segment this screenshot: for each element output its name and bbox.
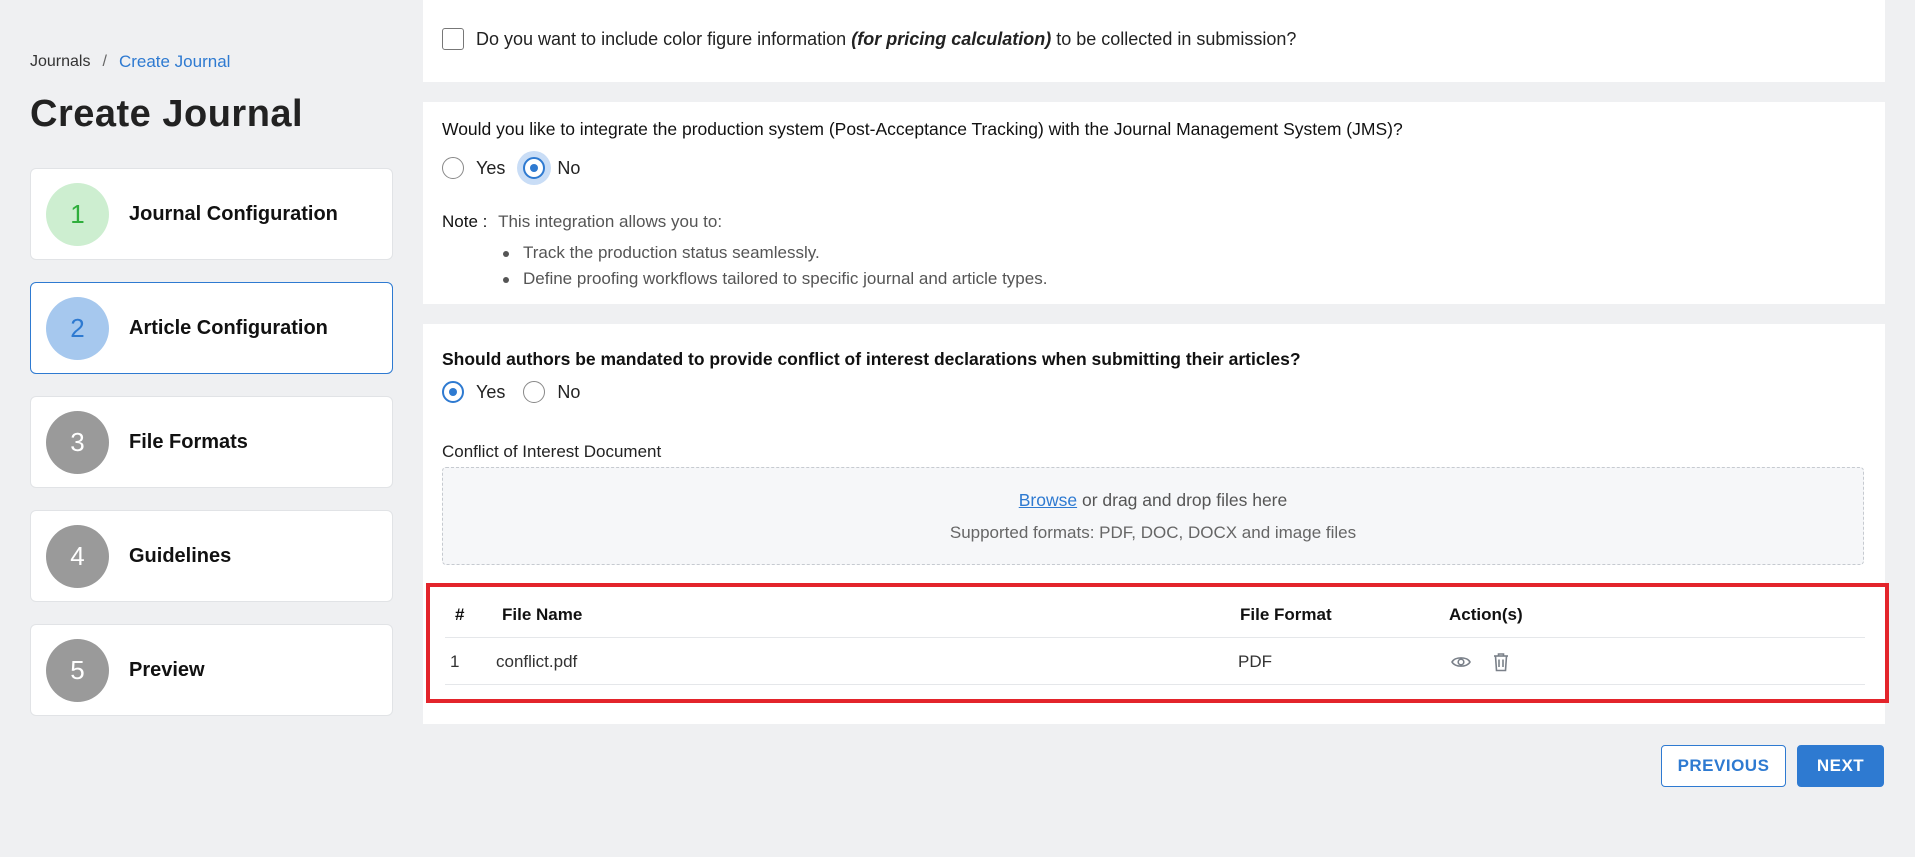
row-actions bbox=[1450, 651, 1512, 673]
step-preview[interactable]: 5 Preview bbox=[30, 624, 393, 716]
conflict-radio-group: Yes No bbox=[442, 381, 598, 403]
step-number-badge: 4 bbox=[46, 524, 109, 588]
color-figure-card: Do you want to include color figure info… bbox=[423, 0, 1885, 82]
row-file-name: conflict.pdf bbox=[496, 652, 578, 671]
file-dropzone[interactable]: Browse or drag and drop files here Suppo… bbox=[442, 467, 1864, 565]
note-label: Note : bbox=[442, 212, 488, 231]
radio-label: No bbox=[557, 381, 581, 402]
color-figure-text-before: Do you want to include color figure info… bbox=[476, 28, 847, 49]
step-navigation: 1 Journal Configuration 2 Article Config… bbox=[30, 168, 393, 738]
conflict-yes-option[interactable]: Yes bbox=[442, 381, 505, 403]
step-article-configuration[interactable]: 2 Article Configuration bbox=[30, 282, 393, 374]
column-header-file-format: File Format bbox=[1240, 605, 1332, 624]
column-header-actions: Action(s) bbox=[1449, 605, 1523, 624]
conflict-no-radio[interactable] bbox=[523, 381, 546, 403]
breadcrumb-separator: / bbox=[102, 53, 107, 70]
step-label: Preview bbox=[129, 658, 205, 681]
page-title: Create Journal bbox=[30, 93, 304, 135]
step-label: Article Configuration bbox=[129, 316, 328, 339]
integration-yes-radio[interactable] bbox=[442, 157, 464, 179]
color-figure-text-emphasis: (for pricing calculation) bbox=[851, 28, 1052, 49]
step-number-badge: 5 bbox=[46, 638, 109, 702]
breadcrumb-journals-link[interactable]: Journals bbox=[30, 53, 90, 71]
breadcrumb: Journals / Create Journal bbox=[30, 52, 230, 72]
previous-button[interactable]: PREVIOUS bbox=[1661, 745, 1786, 787]
integration-no-radio[interactable] bbox=[523, 157, 546, 179]
row-index: 1 bbox=[450, 652, 460, 671]
radio-label: No bbox=[557, 157, 581, 178]
color-figure-checkbox[interactable] bbox=[442, 28, 464, 50]
conflict-no-option[interactable]: No bbox=[523, 381, 580, 403]
row-file-format: PDF bbox=[1238, 652, 1272, 671]
trash-icon[interactable] bbox=[1490, 651, 1512, 673]
column-header-index: # bbox=[455, 605, 465, 624]
list-item: Track the production status seamlessly. bbox=[502, 243, 1047, 263]
conflict-document-label: Conflict of Interest Document bbox=[442, 442, 662, 461]
note-list: Track the production status seamlessly. … bbox=[502, 243, 1048, 295]
supported-formats-text: Supported formats: PDF, DOC, DOCX and im… bbox=[949, 523, 1357, 542]
eye-icon[interactable] bbox=[1450, 651, 1472, 673]
radio-label: Yes bbox=[476, 157, 506, 178]
next-button[interactable]: NEXT bbox=[1797, 745, 1884, 787]
integration-no-option[interactable]: No bbox=[523, 157, 580, 179]
step-label: File Formats bbox=[129, 430, 248, 453]
conflict-yes-radio[interactable] bbox=[442, 381, 464, 403]
color-figure-option: Do you want to include color figure info… bbox=[442, 28, 1296, 50]
column-header-file-name: File Name bbox=[502, 605, 583, 624]
conflict-question: Should authors be mandated to provide co… bbox=[442, 349, 1301, 369]
integration-card: Would you like to integrate the producti… bbox=[423, 102, 1885, 304]
integration-yes-option[interactable]: Yes bbox=[442, 157, 505, 179]
dropzone-instructions: Browse or drag and drop files here bbox=[443, 490, 1863, 511]
step-file-formats[interactable]: 3 File Formats bbox=[30, 396, 393, 488]
integration-radio-group: Yes No bbox=[442, 157, 598, 179]
step-guidelines[interactable]: 4 Guidelines bbox=[30, 510, 393, 602]
dropzone-text: or drag and drop files here bbox=[1081, 490, 1288, 510]
table-row: 1 conflict.pdf PDF bbox=[445, 638, 1865, 685]
radio-label: Yes bbox=[476, 381, 506, 402]
step-journal-configuration[interactable]: 1 Journal Configuration bbox=[30, 168, 393, 260]
list-item: Define proofing workflows tailored to sp… bbox=[502, 269, 1048, 288]
uploaded-files-table: # File Name File Format Action(s) 1 conf… bbox=[426, 583, 1889, 703]
color-figure-question: Do you want to include color figure info… bbox=[476, 29, 1296, 50]
breadcrumb-current: Create Journal bbox=[118, 52, 231, 71]
step-number-badge: 3 bbox=[46, 410, 109, 474]
step-label: Guidelines bbox=[129, 544, 232, 567]
integration-question: Would you like to integrate the producti… bbox=[442, 119, 1403, 139]
table-header: # File Name File Format Action(s) bbox=[445, 591, 1865, 638]
integration-note: Note : This integration allows you to: bbox=[442, 212, 722, 232]
step-number-badge: 2 bbox=[46, 296, 109, 360]
browse-link[interactable]: Browse bbox=[1019, 490, 1077, 510]
conflict-card: Should authors be mandated to provide co… bbox=[423, 324, 1889, 724]
step-number-badge: 1 bbox=[46, 182, 109, 246]
step-label: Journal Configuration bbox=[129, 202, 338, 225]
note-intro: This integration allows you to: bbox=[498, 212, 723, 231]
color-figure-text-after: to be collected in submission? bbox=[1056, 28, 1297, 49]
